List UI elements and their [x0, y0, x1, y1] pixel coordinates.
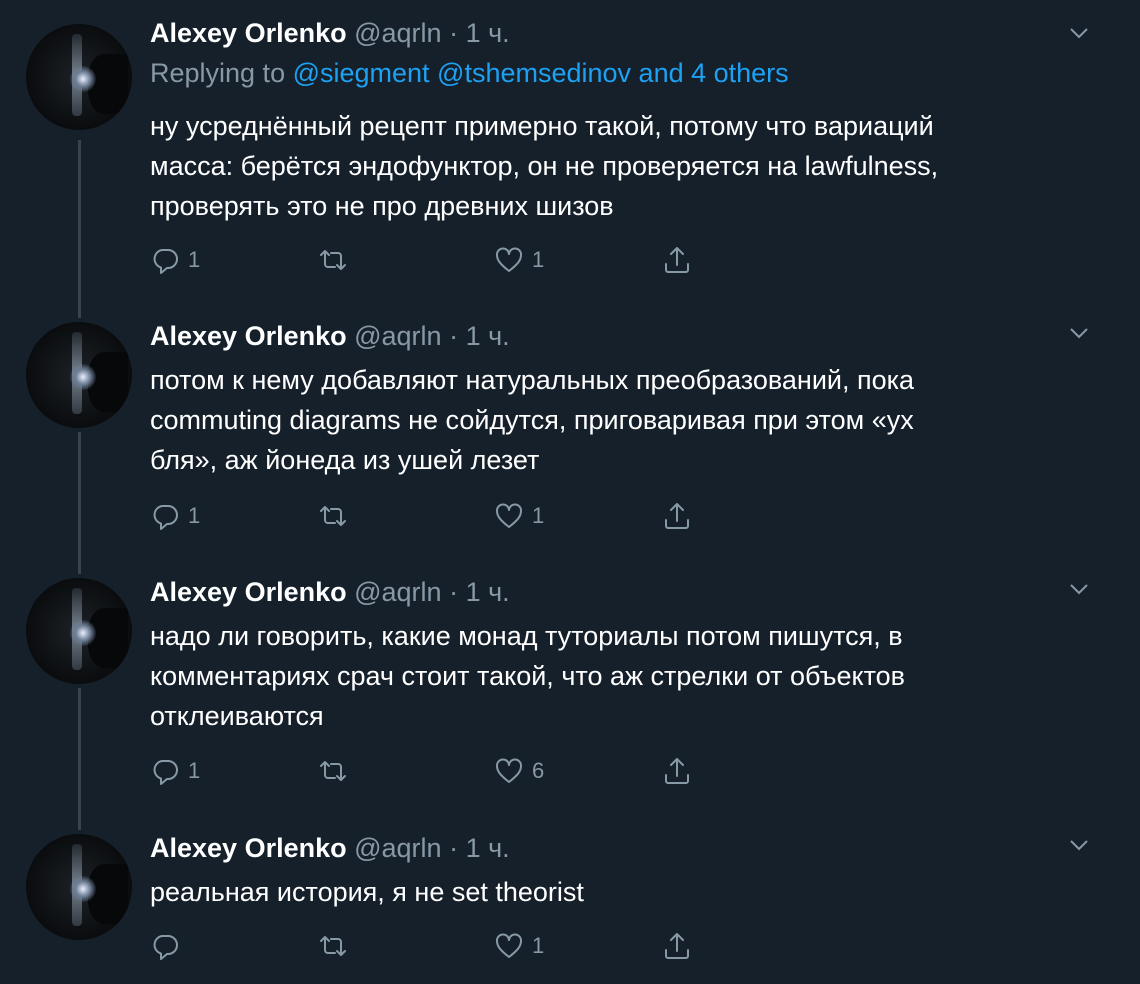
heart-icon	[496, 247, 522, 272]
separator-dot: ·	[449, 833, 459, 863]
author-handle[interactable]: @aqrln	[354, 321, 441, 351]
like-count: 1	[532, 247, 545, 272]
separator-dot: ·	[449, 18, 459, 48]
reply-count: 1	[188, 758, 201, 783]
tweet-text: потом к нему добавляют натуральных преоб…	[150, 365, 915, 475]
tweet[interactable]: Alexey Orlenko @aqrln · 1 ч. потом к нем…	[0, 300, 1140, 570]
tweet-header: Alexey Orlenko @aqrln · 1 ч.	[150, 575, 510, 609]
separator-dot: ·	[449, 577, 459, 607]
author-name[interactable]: Alexey Orlenko	[150, 833, 347, 863]
separator-dot: ·	[449, 321, 459, 351]
author-handle[interactable]: @aqrln	[354, 833, 441, 863]
timestamp[interactable]: 1 ч.	[466, 833, 510, 863]
replying-to-users-link[interactable]: @siegment @tshemsedinov and 4 others	[293, 58, 789, 88]
share-button[interactable]	[662, 499, 692, 533]
tweet-actions: 1 1	[150, 243, 710, 277]
reply-icon	[153, 760, 178, 785]
retweet-button[interactable]	[318, 499, 356, 533]
tweet-text: ну усреднённый рецепт примерно такой, по…	[150, 111, 939, 221]
author-name[interactable]: Alexey Orlenko	[150, 321, 347, 351]
reply-icon	[153, 505, 178, 530]
reply-button[interactable]: 1	[150, 754, 200, 788]
chevron-down-icon[interactable]	[1068, 582, 1090, 596]
tweet[interactable]: Alexey Orlenko @aqrln · 1 ч. реальная ис…	[0, 812, 1140, 984]
heart-icon	[496, 933, 522, 958]
like-button[interactable]: 1	[494, 243, 544, 277]
like-button[interactable]: 1	[494, 929, 544, 963]
share-icon	[665, 758, 689, 784]
like-count: 1	[532, 503, 545, 528]
share-button[interactable]	[662, 929, 692, 963]
share-icon	[665, 503, 689, 529]
tweet-actions: 1 6	[150, 754, 710, 788]
retweet-icon	[320, 761, 346, 781]
tweet-text: реальная история, я не set theorist	[150, 877, 584, 907]
retweet-icon	[320, 506, 346, 526]
share-button[interactable]	[662, 754, 692, 788]
chevron-down-icon[interactable]	[1068, 326, 1090, 340]
share-icon	[665, 933, 689, 959]
reply-button[interactable]: 1	[150, 243, 200, 277]
retweet-button[interactable]	[318, 929, 356, 963]
timestamp[interactable]: 1 ч.	[466, 321, 510, 351]
share-button[interactable]	[662, 243, 692, 277]
avatar[interactable]	[26, 322, 132, 428]
retweet-icon	[320, 936, 346, 956]
chevron-down-icon[interactable]	[1068, 838, 1090, 852]
reply-icon	[153, 935, 178, 960]
author-name[interactable]: Alexey Orlenko	[150, 18, 347, 48]
author-name[interactable]: Alexey Orlenko	[150, 577, 347, 607]
tweet-header: Alexey Orlenko @aqrln · 1 ч.	[150, 16, 510, 50]
like-count: 6	[532, 758, 545, 783]
retweet-icon	[320, 250, 346, 270]
share-icon	[665, 247, 689, 273]
avatar[interactable]	[26, 834, 132, 940]
retweet-button[interactable]	[318, 243, 356, 277]
retweet-button[interactable]	[318, 754, 356, 788]
like-button[interactable]: 1	[494, 499, 544, 533]
avatar[interactable]	[26, 24, 132, 130]
reply-button[interactable]: 1	[150, 499, 200, 533]
reply-count: 1	[188, 503, 201, 528]
avatar[interactable]	[26, 578, 132, 684]
tweet-actions: 1 1	[150, 499, 710, 533]
heart-icon	[496, 503, 522, 528]
timestamp[interactable]: 1 ч.	[466, 577, 510, 607]
like-count: 1	[532, 933, 545, 958]
reply-count: 1	[188, 247, 201, 272]
tweet-header: Alexey Orlenko @aqrln · 1 ч.	[150, 319, 510, 353]
author-handle[interactable]: @aqrln	[354, 18, 441, 48]
tweet-actions: 1	[150, 929, 710, 963]
author-handle[interactable]: @aqrln	[354, 577, 441, 607]
reply-button[interactable]	[150, 929, 188, 963]
replying-to-label: Replying to	[150, 58, 293, 88]
heart-icon	[496, 758, 522, 783]
tweet-header: Alexey Orlenko @aqrln · 1 ч.	[150, 831, 510, 865]
like-button[interactable]: 6	[494, 754, 544, 788]
chevron-down-icon[interactable]	[1068, 26, 1090, 40]
tweet[interactable]: Alexey Orlenko @aqrln · 1 ч. Replying to…	[0, 0, 1140, 300]
replying-to: Replying to @siegment @tshemsedinov and …	[150, 56, 789, 90]
reply-icon	[153, 249, 178, 274]
timestamp[interactable]: 1 ч.	[466, 18, 510, 48]
tweet-text: надо ли говорить, какие монад туториалы …	[150, 621, 905, 731]
tweet[interactable]: Alexey Orlenko @aqrln · 1 ч. надо ли гов…	[0, 556, 1140, 826]
